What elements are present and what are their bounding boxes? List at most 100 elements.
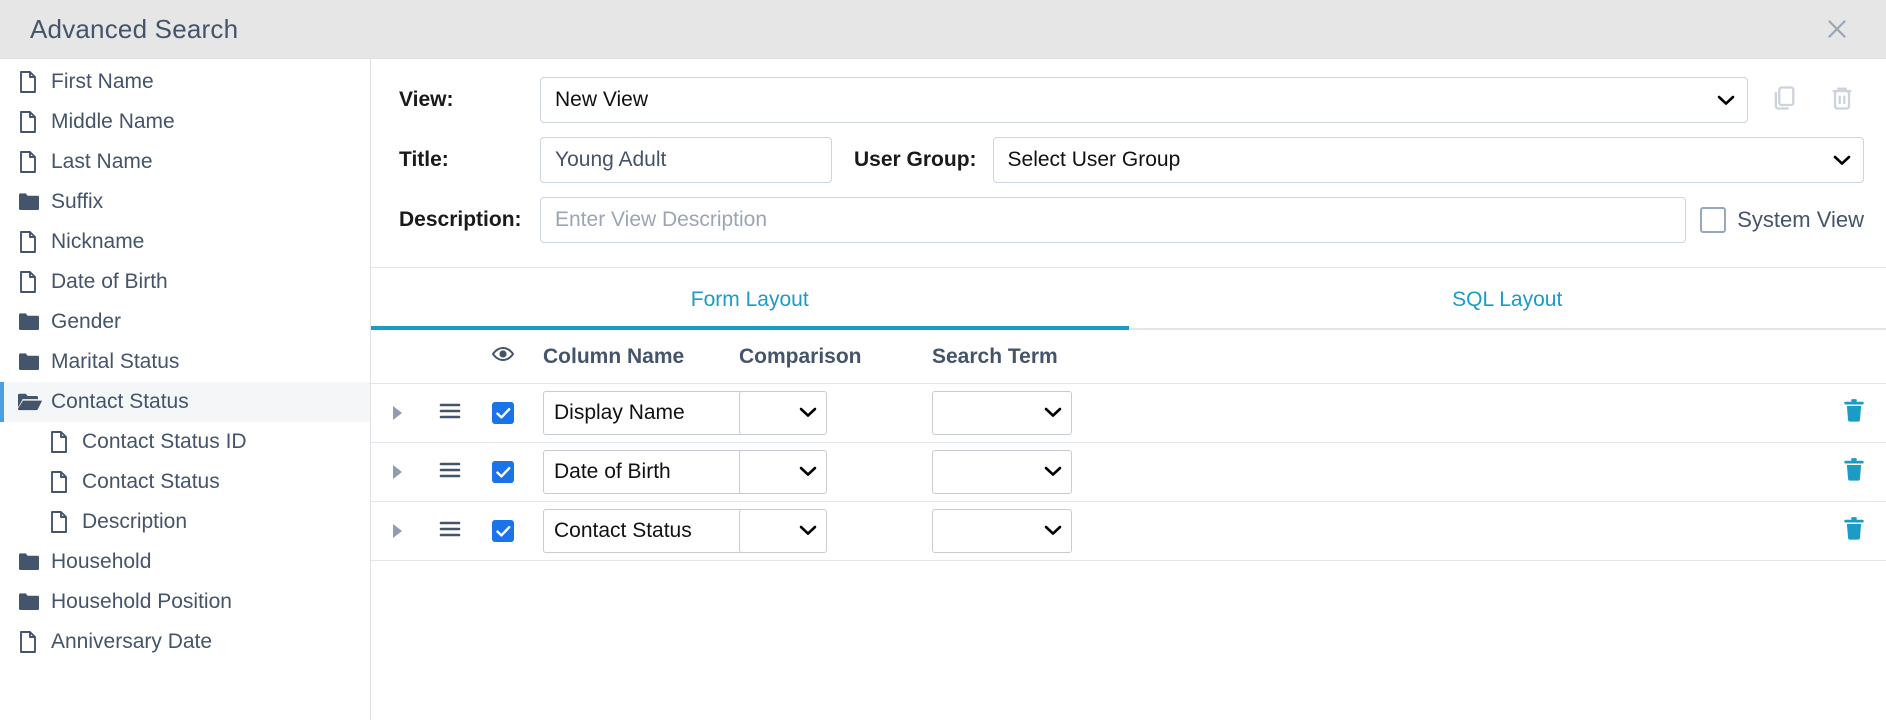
search-term-select[interactable] <box>932 391 1072 435</box>
visibility-checkbox[interactable] <box>492 402 514 424</box>
delete-view-button[interactable] <box>1820 78 1864 122</box>
folder-icon <box>17 311 43 333</box>
tree-item-household-position[interactable]: Household Position <box>0 582 370 622</box>
dialog-body: First Name Middle Name Last Name Suffix Nick… <box>0 59 1886 720</box>
tree-item-label: Description <box>82 510 188 533</box>
main-panel: View: New View Title: Young Adult User G… <box>371 59 1886 720</box>
system-view-checkbox[interactable] <box>1700 207 1727 233</box>
title-input[interactable]: Young Adult <box>540 137 832 183</box>
trash-icon <box>1841 456 1867 489</box>
expand-row-button[interactable] <box>371 406 423 420</box>
visibility-checkbox[interactable] <box>492 461 514 483</box>
tree-item-last-name[interactable]: Last Name <box>0 142 370 182</box>
title-label: Title: <box>399 148 449 171</box>
copy-view-button[interactable] <box>1762 78 1806 122</box>
file-icon <box>48 430 74 454</box>
table-row: Display Name <box>371 384 1886 443</box>
field-tree-sidebar[interactable]: First Name Middle Name Last Name Suffix Nick… <box>0 59 371 720</box>
search-term-select[interactable] <box>932 450 1072 494</box>
view-form: View: New View Title: Young Adult User G… <box>371 59 1886 267</box>
folder-icon <box>17 591 43 613</box>
close-button[interactable] <box>1816 8 1858 50</box>
chevron-down-icon <box>1833 150 1851 171</box>
comparison-select[interactable] <box>739 391 827 435</box>
user-group-select[interactable]: Select User Group <box>992 137 1864 183</box>
tree-item-nickname[interactable]: Nickname <box>0 222 370 262</box>
tree-item-household[interactable]: Household <box>0 542 370 582</box>
file-icon <box>17 630 43 654</box>
chevron-right-icon <box>392 465 402 479</box>
trash-icon <box>1841 515 1867 548</box>
description-input[interactable]: Enter View Description <box>540 197 1687 243</box>
tree-item-label: Date of Birth <box>51 270 168 293</box>
delete-row-button[interactable] <box>1822 397 1886 430</box>
tree-item-description[interactable]: Description <box>0 502 370 542</box>
system-view-toggle[interactable]: System View <box>1700 207 1864 233</box>
tree-item-label: Middle Name <box>51 110 175 133</box>
chevron-down-icon <box>1717 90 1735 111</box>
trash-icon <box>1841 397 1867 430</box>
row-visibility-cell <box>477 520 529 542</box>
user-group-label: User Group: <box>854 148 977 171</box>
eye-icon <box>491 342 515 372</box>
tree-item-label: First Name <box>51 70 154 93</box>
row-drag-handle[interactable] <box>423 460 477 485</box>
tree-item-contact-status-id[interactable]: Contact Status ID <box>0 422 370 462</box>
tree-item-date-of-birth[interactable]: Date of Birth <box>0 262 370 302</box>
comparison-cell <box>729 391 914 435</box>
expand-row-button[interactable] <box>371 524 423 538</box>
title-input-value: Young Adult <box>555 148 667 171</box>
comparison-header: Comparison <box>739 344 862 368</box>
comparison-select[interactable] <box>739 450 827 494</box>
column-name-input[interactable]: Contact Status <box>543 509 745 553</box>
trash-icon <box>1828 84 1856 117</box>
table-row: Contact Status <box>371 502 1886 561</box>
tree-item-first-name[interactable]: First Name <box>0 62 370 102</box>
tree-item-label: Anniversary Date <box>51 630 213 653</box>
tree-item-label: Gender <box>51 310 122 333</box>
row-drag-handle[interactable] <box>423 401 477 426</box>
tree-item-anniversary-date[interactable]: Anniversary Date <box>0 622 370 662</box>
tree-item-label: Contact Status ID <box>82 430 247 453</box>
copy-icon <box>1770 84 1798 117</box>
tree-item-label: Suffix <box>51 190 104 213</box>
drag-handle-icon <box>438 401 462 426</box>
tree-item-middle-name[interactable]: Middle Name <box>0 102 370 142</box>
chevron-down-icon <box>1044 462 1062 482</box>
tree-item-gender[interactable]: Gender <box>0 302 370 342</box>
search-term-cell <box>914 391 1822 435</box>
column-name-cell: Date of Birth <box>529 450 745 494</box>
layout-tabs[interactable]: Form Layout SQL Layout <box>371 267 1886 330</box>
tab-form-layout[interactable]: Form Layout <box>371 268 1129 330</box>
tree-item-contact-status[interactable]: Contact Status <box>0 382 370 422</box>
visibility-checkbox[interactable] <box>492 520 514 542</box>
tab-sql-layout[interactable]: SQL Layout <box>1129 268 1886 328</box>
chevron-down-icon <box>799 521 817 541</box>
search-term-select[interactable] <box>932 509 1072 553</box>
delete-row-button[interactable] <box>1822 456 1886 489</box>
chevron-down-icon <box>799 403 817 423</box>
view-select-value: New View <box>555 88 648 111</box>
expand-row-button[interactable] <box>371 465 423 479</box>
tree-item-label: Marital Status <box>51 350 180 373</box>
view-select[interactable]: New View <box>540 77 1748 123</box>
comparison-select[interactable] <box>739 509 827 553</box>
search-term-header: Search Term <box>932 344 1058 368</box>
description-row: Description: Enter View Description Syst… <box>385 197 1864 243</box>
column-name-input[interactable]: Display Name <box>543 391 745 435</box>
folder-icon <box>17 551 43 573</box>
column-name-cell: Display Name <box>529 391 745 435</box>
file-icon <box>17 150 43 174</box>
chevron-right-icon <box>392 524 402 538</box>
row-drag-handle[interactable] <box>423 519 477 544</box>
delete-row-button[interactable] <box>1822 515 1886 548</box>
search-term-cell <box>914 450 1822 494</box>
drag-handle-icon <box>438 460 462 485</box>
table-row: Date of Birth <box>371 443 1886 502</box>
column-name-cell: Contact Status <box>529 509 745 553</box>
tree-item-marital-status[interactable]: Marital Status <box>0 342 370 382</box>
chevron-down-icon <box>1044 403 1062 423</box>
tree-item-contact-status[interactable]: Contact Status <box>0 462 370 502</box>
tree-item-suffix[interactable]: Suffix <box>0 182 370 222</box>
column-name-input[interactable]: Date of Birth <box>543 450 745 494</box>
